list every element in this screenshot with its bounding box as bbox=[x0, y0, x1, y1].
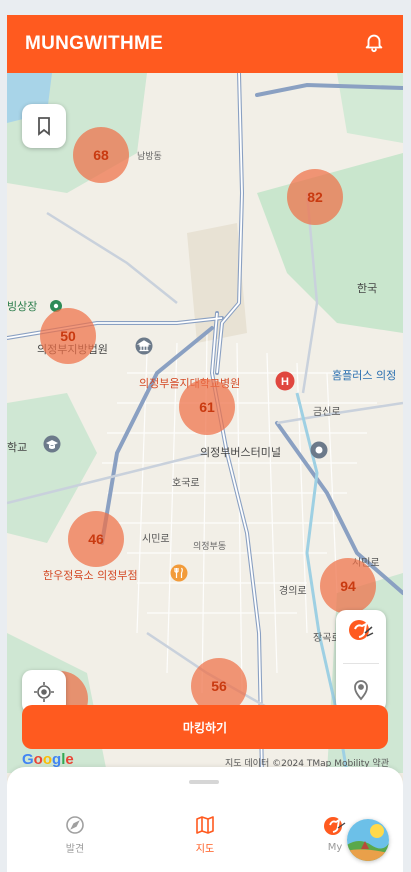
bottom-sheet: 발견 지도 My bbox=[7, 767, 403, 872]
marker-cluster[interactable]: 94 bbox=[320, 558, 376, 614]
map-view[interactable]: 빙상장 의정부지방법원 의정부을지대학교병원 H 홈플러스 의정 한국 학교 의… bbox=[7, 73, 403, 773]
map-label-road3: 호국로 bbox=[172, 478, 200, 489]
svg-text:H: H bbox=[281, 376, 289, 388]
dog-walk-button[interactable] bbox=[347, 617, 375, 649]
map-label-area: 남방동 bbox=[137, 152, 162, 162]
app-frame: MUNGWITHME 빙상장 H 홈플러스 의정 한국 학교 의정부버스터미널 … bbox=[7, 15, 403, 872]
marker-cluster[interactable]: 61 bbox=[179, 379, 235, 435]
bookmark-button[interactable] bbox=[22, 104, 66, 148]
map-mode-controls bbox=[336, 610, 386, 712]
app-title: MUNGWITHME bbox=[25, 33, 164, 54]
avatar[interactable] bbox=[347, 819, 389, 861]
app-header: MUNGWITHME bbox=[7, 15, 403, 73]
control-divider bbox=[343, 663, 379, 665]
map-label-restaurant: 한우정육소 의정부점 bbox=[43, 569, 138, 582]
bus-terminal-icon bbox=[310, 441, 328, 463]
marker-cluster[interactable]: 50 bbox=[40, 308, 96, 364]
bookmark-icon bbox=[38, 117, 50, 136]
locate-icon bbox=[34, 682, 54, 702]
marker-cluster[interactable]: 68 bbox=[73, 127, 129, 183]
tab-discover[interactable]: 발견 bbox=[35, 815, 115, 855]
map-label-road1: 시민로 bbox=[142, 534, 170, 545]
bell-icon[interactable] bbox=[363, 31, 385, 57]
map-label-market: 빙상장 bbox=[7, 300, 38, 313]
map-label-road5: 금신로 bbox=[313, 407, 341, 418]
hospital-icon: H bbox=[275, 371, 295, 395]
tab-map[interactable]: 지도 bbox=[165, 815, 245, 855]
profile-dog-icon bbox=[324, 817, 346, 835]
dog-icon bbox=[349, 620, 374, 641]
compass-icon bbox=[66, 816, 84, 834]
map-label-terminal: 의정부버스터미널 bbox=[200, 446, 281, 459]
map-label-road4: 경의로 bbox=[279, 586, 307, 597]
marker-filter-button[interactable] bbox=[351, 679, 371, 705]
marking-button[interactable]: 마킹하기 bbox=[22, 705, 388, 749]
avatar-image bbox=[347, 819, 389, 861]
map-label-homeplus: 홈플러스 의정 bbox=[332, 369, 397, 382]
map-pin-icon bbox=[354, 679, 368, 701]
map-icon bbox=[196, 816, 214, 834]
google-logo: Google bbox=[22, 751, 74, 768]
tab-label: My bbox=[327, 842, 343, 853]
sheet-handle[interactable] bbox=[189, 780, 219, 784]
marker-cluster[interactable]: 46 bbox=[68, 511, 124, 567]
tab-label: 발견 bbox=[65, 844, 85, 855]
marker-cluster[interactable]: 82 bbox=[287, 169, 343, 225]
restaurant-icon bbox=[170, 564, 188, 586]
court-icon bbox=[135, 337, 153, 359]
map-label-school: 학교 bbox=[7, 441, 28, 454]
map-label-road7: 의정부동 bbox=[193, 542, 227, 552]
school-icon bbox=[43, 435, 61, 457]
tab-label: 지도 bbox=[195, 844, 215, 855]
map-label-city2: 한국 bbox=[357, 282, 378, 295]
